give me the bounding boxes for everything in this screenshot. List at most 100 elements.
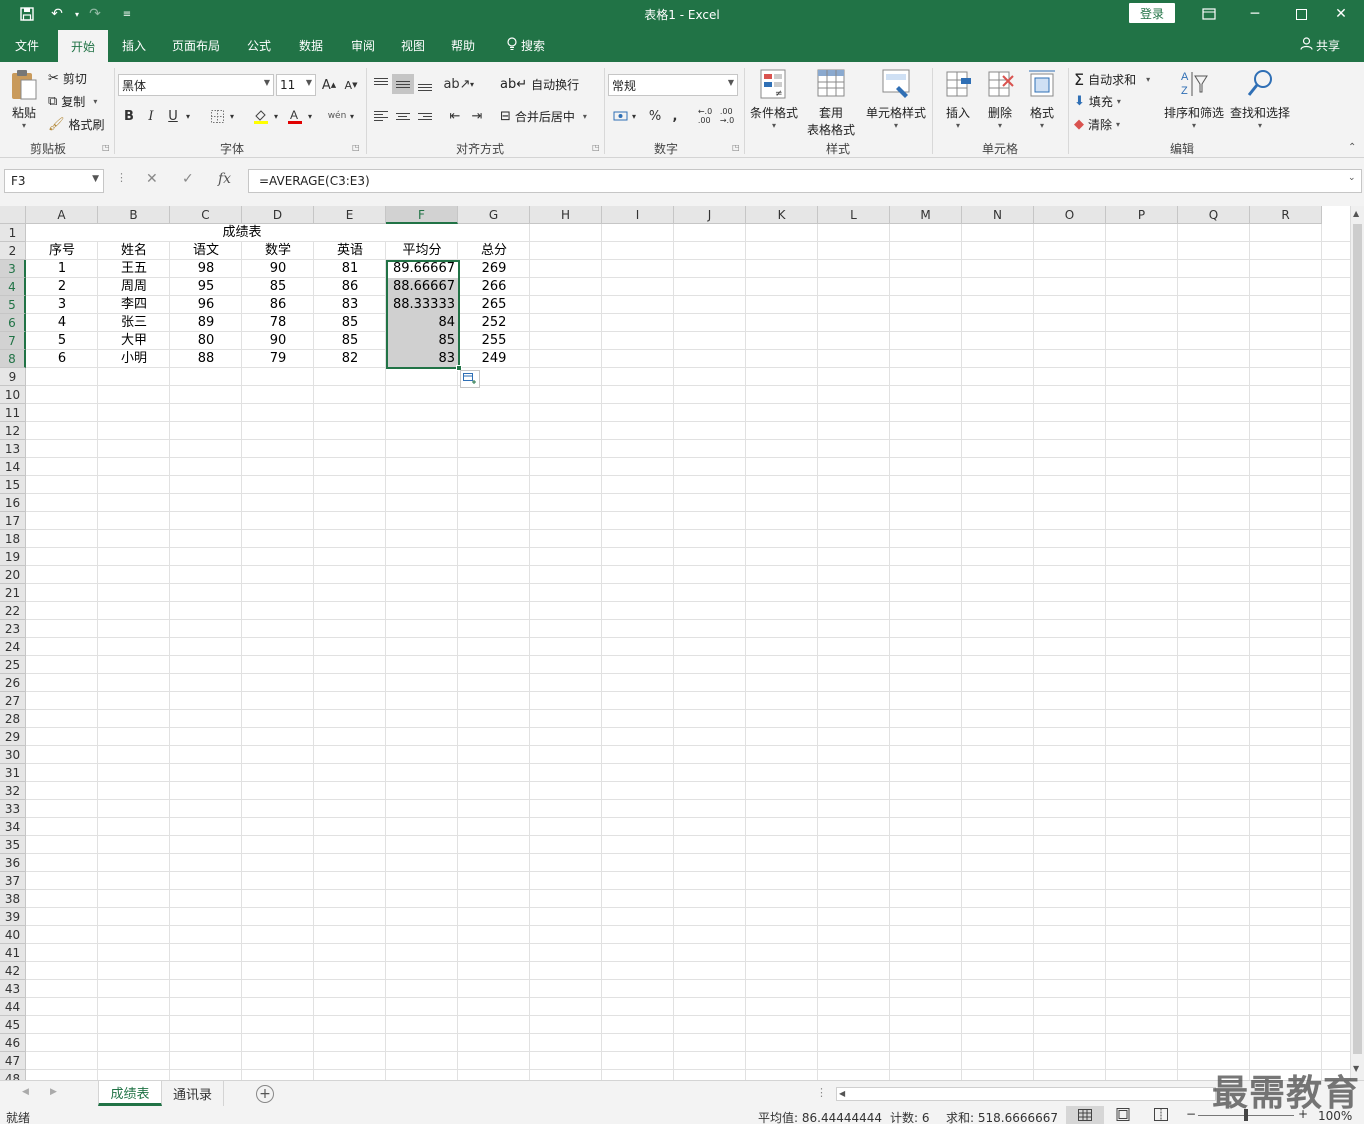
data-cell[interactable]: 85 [314,314,386,332]
row-header[interactable]: 7 [0,332,26,350]
format-cells-button[interactable]: 格式 ▾ [1022,68,1062,130]
conditional-formatting-button[interactable]: ≠ 条件格式 ▾ [748,68,800,130]
row-header[interactable]: 11 [0,404,26,422]
column-header[interactable]: E [314,206,386,224]
sheet-title-cell[interactable]: 成绩表 [26,224,458,242]
data-cell[interactable]: 82 [314,350,386,368]
data-cell[interactable]: 小明 [98,350,170,368]
clear-button[interactable]: ◆ 清除 ▾ [1074,116,1120,133]
data-cell[interactable]: 5 [26,332,98,350]
row-header[interactable]: 32 [0,782,26,800]
underline-dropdown-icon[interactable]: ▾ [182,106,194,126]
column-header[interactable]: P [1106,206,1178,224]
row-header[interactable]: 20 [0,566,26,584]
merge-dropdown-icon[interactable]: ▾ [583,112,587,121]
align-top-icon[interactable] [370,74,392,94]
border-icon[interactable] [206,106,228,126]
tab-page-layout[interactable]: 页面布局 [164,28,228,62]
scroll-tabs-left-icon[interactable]: ◀ [22,1087,29,1097]
data-cell[interactable]: 王五 [98,260,170,278]
row-header[interactable]: 26 [0,674,26,692]
row-header[interactable]: 15 [0,476,26,494]
fill-button[interactable]: ⬇ 填充 ▾ [1074,93,1121,110]
row-header[interactable]: 31 [0,764,26,782]
row-header[interactable]: 39 [0,908,26,926]
autosum-dropdown-icon[interactable]: ▾ [1146,75,1150,84]
tab-data[interactable]: 数据 [288,28,334,62]
tell-me-search[interactable]: 搜索 [496,28,556,62]
orientation-dropdown-icon[interactable]: ▾ [466,74,478,94]
data-cell[interactable]: 88 [170,350,242,368]
underline-button[interactable]: U [162,106,184,126]
data-cell[interactable]: 89 [170,314,242,332]
data-cell[interactable]: 李四 [98,296,170,314]
quick-analysis-icon[interactable] [460,370,480,388]
row-header[interactable]: 24 [0,638,26,656]
orientation-icon[interactable]: ab↗ [443,74,470,94]
data-cell[interactable]: 95 [170,278,242,296]
row-header[interactable]: 21 [0,584,26,602]
normal-view-icon[interactable] [1066,1106,1104,1124]
row-header[interactable]: 30 [0,746,26,764]
increase-indent-icon[interactable]: ⇥ [466,106,488,126]
vertical-scrollbar[interactable]: ▲ ▼ [1350,206,1364,1080]
row-header[interactable]: 17 [0,512,26,530]
header-cell[interactable]: 平均分 [386,242,458,260]
paste-button[interactable]: 粘贴 ▾ [6,68,42,130]
page-layout-view-icon[interactable] [1116,1108,1130,1124]
collapse-ribbon-icon[interactable]: ⌃ [1348,142,1356,153]
data-cell[interactable]: 83 [314,296,386,314]
font-color-icon[interactable]: A [284,106,306,126]
header-cell[interactable]: 英语 [314,242,386,260]
row-header[interactable]: 14 [0,458,26,476]
data-cell[interactable]: 90 [242,260,314,278]
data-cell[interactable]: 3 [26,296,98,314]
number-launcher-icon[interactable]: ◳ [732,143,740,152]
row-header[interactable]: 1 [0,224,26,242]
tab-help[interactable]: 帮助 [440,28,486,62]
selected-cell[interactable]: 84 [387,314,458,332]
align-left-icon[interactable] [370,106,392,126]
column-header[interactable]: F [386,206,458,224]
column-header[interactable]: M [890,206,962,224]
data-cell[interactable]: 1 [26,260,98,278]
data-cell[interactable]: 96 [170,296,242,314]
column-header[interactable]: H [530,206,602,224]
data-cell[interactable]: 79 [242,350,314,368]
bold-button[interactable]: B [118,106,140,126]
row-header[interactable]: 23 [0,620,26,638]
name-box[interactable]: F3 ▼ [4,169,104,193]
login-button[interactable]: 登录 [1129,3,1175,23]
selected-cell[interactable]: 85 [387,332,458,350]
close-icon[interactable]: ✕ [1318,0,1364,28]
redo-icon[interactable]: ↷ [84,4,106,24]
font-size-select[interactable]: 11 ▼ [276,74,316,96]
delete-cells-button[interactable]: 删除 ▾ [980,68,1020,130]
increase-decimal-icon[interactable]: ←.0.00 [694,106,716,126]
tab-file[interactable]: 文件 [4,28,50,62]
merge-center-button[interactable]: ⊟ 合并后居中 ▾ [500,108,587,125]
decrease-decimal-icon[interactable]: .00 →.0 [716,106,738,126]
data-cell[interactable]: 249 [458,350,530,368]
row-header[interactable]: 5 [0,296,26,314]
row-header[interactable]: 16 [0,494,26,512]
tab-split-handle-icon[interactable]: ⋮ [816,1086,827,1099]
fill-color-dropdown-icon[interactable]: ▾ [270,106,282,126]
undo-icon[interactable]: ↶ [46,4,68,24]
data-cell[interactable]: 张三 [98,314,170,332]
add-sheet-icon[interactable]: + [256,1085,274,1103]
data-cell[interactable]: 98 [170,260,242,278]
align-middle-icon[interactable] [392,74,414,94]
copy-dropdown-icon[interactable]: ▾ [93,97,97,106]
data-cell[interactable]: 255 [458,332,530,350]
header-cell[interactable]: 姓名 [98,242,170,260]
fill-dropdown-icon[interactable]: ▾ [1117,97,1121,106]
data-cell[interactable]: 265 [458,296,530,314]
row-header[interactable]: 40 [0,926,26,944]
autosum-button[interactable]: Σ 自动求和 ▾ [1074,70,1150,89]
row-header[interactable]: 13 [0,440,26,458]
font-color-dropdown-icon[interactable]: ▾ [304,106,316,126]
font-launcher-icon[interactable]: ◳ [352,143,360,152]
border-dropdown-icon[interactable]: ▾ [226,106,238,126]
tab-formulas[interactable]: 公式 [236,28,282,62]
